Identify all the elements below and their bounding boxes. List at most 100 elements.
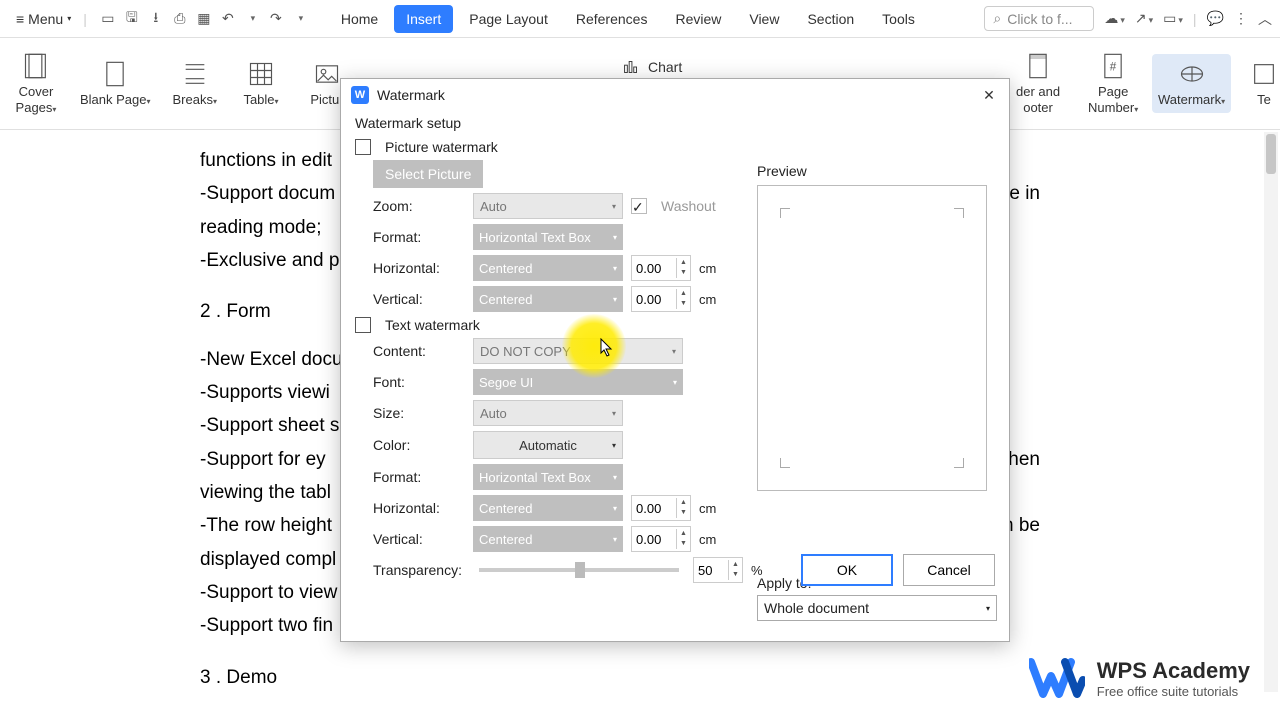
- zoom-select[interactable]: Auto▾: [473, 193, 623, 219]
- label: Pictur: [310, 92, 343, 107]
- washout-label: Washout: [661, 198, 716, 214]
- more-icon[interactable]: ⋮: [1234, 10, 1248, 27]
- horizontal-select[interactable]: Centered▾: [473, 255, 623, 281]
- horizontal-label: Horizontal:: [373, 260, 465, 276]
- header-footer-button[interactable]: der and ooter: [1010, 46, 1066, 121]
- vertical-offset-spinner[interactable]: ▲▼: [631, 286, 691, 312]
- titlebar-actions: ☁ ↗ ▭ | 💬 ⋮ ︿: [1104, 9, 1272, 29]
- input[interactable]: [632, 532, 676, 547]
- transparency-slider[interactable]: [479, 568, 679, 572]
- tab-page-layout[interactable]: Page Layout: [457, 5, 560, 33]
- down-icon[interactable]: ▼: [729, 570, 742, 580]
- print-preview-icon[interactable]: ▦: [195, 10, 213, 28]
- table-button[interactable]: Table▾: [233, 54, 289, 114]
- horizontal-offset-spinner[interactable]: ▲▼: [631, 255, 691, 281]
- down-icon[interactable]: ▼: [677, 268, 690, 278]
- label: Watermark: [1158, 92, 1221, 107]
- menubar: ≡ Menu ▾ | ▭ 🖫 ⭳ ⎙ ▦ ↶ ↷ Home Insert Pag…: [0, 0, 1280, 38]
- down-icon[interactable]: ▼: [677, 299, 690, 309]
- dialog-titlebar: W Watermark ✕: [341, 79, 1009, 111]
- up-icon[interactable]: ▲: [677, 289, 690, 299]
- close-button[interactable]: ✕: [979, 85, 999, 105]
- text-horizontal-select[interactable]: Centered▾: [473, 495, 623, 521]
- tab-insert[interactable]: Insert: [394, 5, 453, 33]
- label: Te: [1257, 92, 1271, 108]
- crop-mark-icon: [780, 458, 790, 468]
- undo-more-icon[interactable]: [243, 10, 261, 28]
- input[interactable]: [694, 563, 728, 578]
- apply-to-select[interactable]: Whole document▾: [757, 595, 997, 621]
- wps-logo-icon: [1029, 656, 1085, 700]
- redo-icon[interactable]: ↷: [267, 10, 285, 28]
- blank-page-button[interactable]: Blank Page▾: [74, 54, 157, 114]
- transparency-spinner[interactable]: ▲▼: [693, 557, 743, 583]
- input[interactable]: [632, 501, 676, 516]
- up-icon[interactable]: ▲: [677, 498, 690, 508]
- undo-icon[interactable]: ↶: [219, 10, 237, 28]
- share-icon[interactable]: ↗: [1135, 10, 1153, 27]
- vertical-select[interactable]: Centered▾: [473, 286, 623, 312]
- menu-button[interactable]: ≡ Menu ▾: [8, 7, 79, 31]
- value: Auto: [480, 406, 507, 421]
- breaks-button[interactable]: Breaks▾: [167, 54, 223, 114]
- picture-watermark-checkbox[interactable]: [355, 139, 371, 155]
- color-select[interactable]: Automatic▾: [473, 431, 623, 459]
- page-number-icon: #: [1099, 52, 1127, 80]
- crop-mark-icon: [780, 208, 790, 218]
- up-icon[interactable]: ▲: [677, 529, 690, 539]
- cloud-icon[interactable]: ☁: [1104, 10, 1125, 27]
- save-icon[interactable]: 🖫: [123, 10, 141, 28]
- cancel-button[interactable]: Cancel: [903, 554, 995, 586]
- size-select[interactable]: Auto▾: [473, 400, 623, 426]
- page-number-button[interactable]: # Page Number▾: [1082, 46, 1144, 121]
- app-icon: W: [351, 86, 369, 104]
- ok-button[interactable]: OK: [801, 554, 893, 586]
- open-icon[interactable]: ▭: [99, 10, 117, 28]
- cover-pages-button[interactable]: Cover Pages▾: [8, 46, 64, 121]
- search-input[interactable]: ⌕ Click to f...: [984, 6, 1094, 31]
- qat-customize-icon[interactable]: [291, 10, 309, 28]
- chart-button[interactable]: Chart: [620, 56, 682, 78]
- slider-thumb[interactable]: [575, 562, 585, 578]
- text-horizontal-offset-spinner[interactable]: ▲▼: [631, 495, 691, 521]
- input[interactable]: [632, 292, 676, 307]
- font-select[interactable]: Segoe UI▾: [473, 369, 683, 395]
- tab-view[interactable]: View: [737, 5, 791, 33]
- down-icon[interactable]: ▼: [677, 508, 690, 518]
- label: Breaks: [173, 92, 213, 107]
- format-select[interactable]: Horizontal Text Box▾: [473, 224, 623, 250]
- watermark-dialog: W Watermark ✕ Watermark setup Picture wa…: [340, 78, 1010, 642]
- cover-pages-icon: [22, 52, 50, 80]
- up-icon[interactable]: ▲: [729, 560, 742, 570]
- text-format-select[interactable]: Horizontal Text Box▾: [473, 464, 623, 490]
- print-icon[interactable]: ⎙: [171, 10, 189, 28]
- preview-frame: [757, 185, 987, 491]
- select-picture-button[interactable]: Select Picture: [373, 160, 483, 188]
- picture-icon: [313, 60, 341, 88]
- text-watermark-checkbox[interactable]: [355, 317, 371, 333]
- value: Centered: [479, 532, 532, 547]
- text-vertical-offset-spinner[interactable]: ▲▼: [631, 526, 691, 552]
- settings-icon[interactable]: ▭: [1163, 10, 1183, 27]
- scrollbar-thumb[interactable]: [1266, 134, 1276, 174]
- content-select[interactable]: DO NOT COPY▾: [473, 338, 683, 364]
- logo-title: WPS Academy: [1097, 658, 1250, 684]
- unit: cm: [699, 532, 716, 547]
- tab-review[interactable]: Review: [663, 5, 733, 33]
- collapse-ribbon-icon[interactable]: ︿: [1258, 9, 1272, 29]
- text-button[interactable]: Te: [1244, 54, 1280, 114]
- text-vertical-select[interactable]: Centered▾: [473, 526, 623, 552]
- input[interactable]: [632, 261, 676, 276]
- tab-references[interactable]: References: [564, 5, 660, 33]
- tab-section[interactable]: Section: [795, 5, 866, 33]
- dialog-title: Watermark: [377, 87, 445, 103]
- comment-icon[interactable]: 💬: [1207, 10, 1224, 27]
- vertical-scrollbar[interactable]: [1264, 132, 1278, 692]
- washout-checkbox[interactable]: ✓: [631, 198, 647, 214]
- tab-tools[interactable]: Tools: [870, 5, 927, 33]
- tab-home[interactable]: Home: [329, 5, 390, 33]
- up-icon[interactable]: ▲: [677, 258, 690, 268]
- watermark-button[interactable]: Watermark▾: [1152, 54, 1231, 114]
- export-icon[interactable]: ⭳: [147, 10, 165, 28]
- down-icon[interactable]: ▼: [677, 539, 690, 549]
